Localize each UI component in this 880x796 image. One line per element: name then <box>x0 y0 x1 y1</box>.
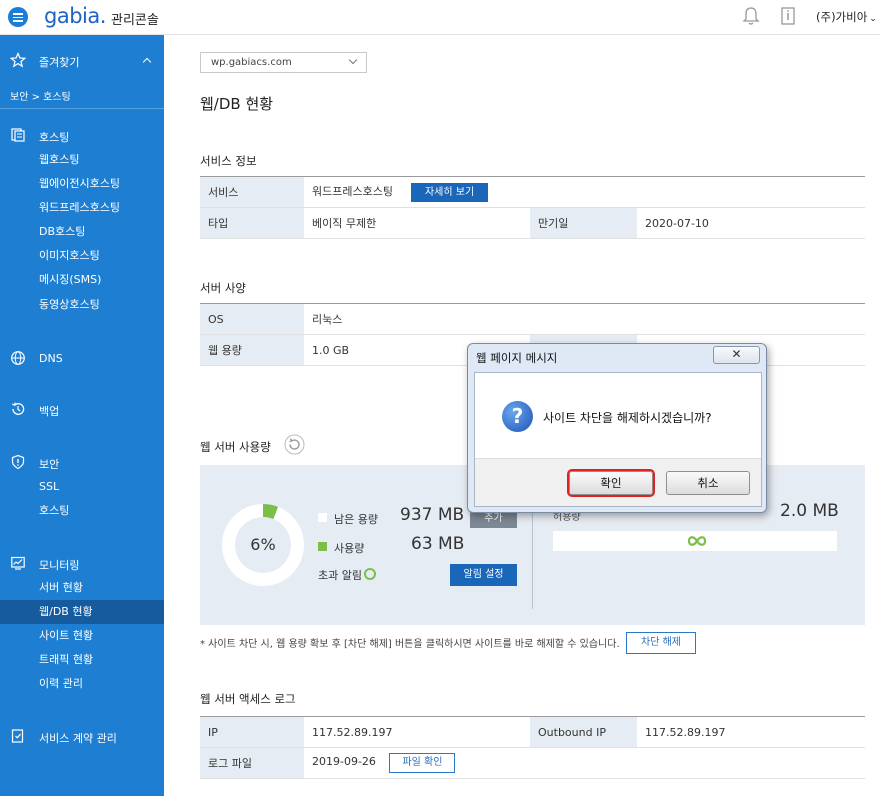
access-log-table: IP 117.52.89.197 Outbound IP 117.52.89.1… <box>200 716 865 779</box>
sidebar: 즐겨찾기 보안 > 호스팅 호스팅 웹호스팅 웹에이전시호스팅 워드프레스호스팅… <box>0 35 164 796</box>
used-value: 63 MB <box>411 534 465 554</box>
expiry-label: 만기일 <box>530 207 637 239</box>
sidebar-backup[interactable]: 백업 <box>0 399 164 421</box>
close-icon[interactable]: ✕ <box>713 346 760 364</box>
ip-value: 117.52.89.197 <box>304 716 530 748</box>
sidebar-item-security-hosting[interactable]: 호스팅 <box>0 499 164 523</box>
monitor-chart-icon <box>11 556 25 570</box>
expiry-value: 2020-07-10 <box>637 207 865 239</box>
usage-donut-chart: 6% <box>222 504 304 586</box>
contract-icon <box>11 729 24 743</box>
sidebar-item-web-db-status[interactable]: 웹/DB 현황 <box>0 600 164 624</box>
os-value: 리눅스 <box>304 303 865 335</box>
sidebar-item-agency-hosting[interactable]: 웹에이전시호스팅 <box>0 172 164 196</box>
ip-label: IP <box>200 716 304 748</box>
sidebar-breadcrumb[interactable]: 보안 > 호스팅 <box>10 88 71 103</box>
dialog-footer: 확인 취소 <box>475 458 761 506</box>
log-file-value: 2019-09-26 파일 확인 <box>304 747 865 779</box>
notice-text: * 사이트 차단 시, 웹 용량 확보 후 [차단 해제] 버튼을 클릭하시면 … <box>200 639 620 650</box>
sidebar-monitoring[interactable]: 모니터링 <box>0 553 164 575</box>
usage-percent: 6% <box>235 517 291 573</box>
service-value: 워드프레스호스팅 자세히 보기 <box>304 176 865 208</box>
sidebar-hosting[interactable]: 호스팅 <box>0 125 164 147</box>
sidebar-item-video-hosting[interactable]: 동영상호스팅 <box>0 293 164 317</box>
file-check-button[interactable]: 파일 확인 <box>389 753 456 773</box>
dialog-title: 웹 페이지 메시지 <box>476 351 558 365</box>
sidebar-item-image-hosting[interactable]: 이미지호스팅 <box>0 244 164 268</box>
infinity-icon <box>687 536 707 546</box>
sidebar-contract[interactable]: 서비스 계약 관리 <box>0 726 164 748</box>
unblock-button[interactable]: 차단 해제 <box>626 632 696 654</box>
hosting-icon <box>11 128 25 142</box>
sidebar-item-messaging[interactable]: 메시징(SMS) <box>0 268 164 292</box>
server-spec-title: 서버 사양 <box>200 281 246 295</box>
right-value: 2.0 MB <box>780 501 839 521</box>
dialog-message: 사이트 차단을 해제하시겠습니까? <box>543 411 712 425</box>
sidebar-item-server-status[interactable]: 서버 현황 <box>0 576 164 600</box>
sidebar-item-wordpress-hosting[interactable]: 워드프레스호스팅 <box>0 196 164 220</box>
cancel-button[interactable]: 취소 <box>666 471 750 495</box>
sidebar-favorites[interactable]: 즐겨찾기 <box>0 50 164 72</box>
menu-icon[interactable] <box>8 7 28 27</box>
sidebar-item-traffic-status[interactable]: 트래픽 현황 <box>0 648 164 672</box>
access-log-title: 웹 서버 액세스 로그 <box>200 692 296 706</box>
alert-status-icon <box>364 568 376 580</box>
alert-label: 초과 알림 <box>318 569 362 582</box>
sidebar-item-site-status[interactable]: 사이트 현황 <box>0 624 164 648</box>
used-label: 사용량 <box>334 542 365 555</box>
service-info-title: 서비스 정보 <box>200 154 257 168</box>
memo-icon[interactable] <box>779 6 797 26</box>
outbound-ip-label: Outbound IP <box>530 716 637 748</box>
logo[interactable]: gabia. <box>44 4 106 28</box>
type-value: 베이직 무제한 <box>304 207 530 239</box>
web-page-message-dialog: 웹 페이지 메시지 ✕ ? 사이트 차단을 해제하시겠습니까? 확인 취소 <box>467 343 767 513</box>
os-label: OS <box>200 303 304 335</box>
remaining-value: 937 MB <box>400 505 465 525</box>
remaining-legend-swatch <box>318 513 327 522</box>
alert-setting-button[interactable]: 알림 설정 <box>450 564 517 586</box>
chevron-down-icon <box>348 55 358 65</box>
console-title: 관리콘솔 <box>111 13 159 28</box>
used-legend-swatch <box>318 542 327 551</box>
sidebar-dns[interactable]: DNS <box>0 348 164 370</box>
remaining-label: 남은 용량 <box>334 513 378 526</box>
dialog-body: ? 사이트 차단을 해제하시겠습니까? 확인 취소 <box>474 372 762 507</box>
globe-icon <box>11 351 25 365</box>
sidebar-item-web-hosting[interactable]: 웹호스팅 <box>0 148 164 172</box>
confirm-button[interactable]: 확인 <box>569 471 653 495</box>
sidebar-item-history[interactable]: 이력 관리 <box>0 672 164 696</box>
sidebar-item-db-hosting[interactable]: DB호스팅 <box>0 220 164 244</box>
web-capacity-label: 웹 용량 <box>200 334 304 366</box>
top-bar: gabia. 관리콘솔 (주)가비아 ⌄ <box>0 0 880 35</box>
star-icon <box>10 52 26 68</box>
usage-bar <box>553 531 837 551</box>
domain-select[interactable]: wp.gabiacs.com <box>200 52 367 73</box>
usage-title: 웹 서버 사용량 <box>200 440 271 454</box>
divider <box>0 108 164 109</box>
service-info-table: 서비스 워드프레스호스팅 자세히 보기 타입 베이직 무제한 만기일 2020-0… <box>200 176 865 239</box>
page-title: 웹/DB 현황 <box>200 95 274 113</box>
service-label: 서비스 <box>200 176 304 208</box>
chevron-up-icon[interactable] <box>142 57 152 67</box>
sidebar-item-ssl[interactable]: SSL <box>0 475 164 499</box>
sidebar-security[interactable]: 보안 <box>0 452 164 474</box>
log-file-label: 로그 파일 <box>200 747 304 779</box>
detail-button[interactable]: 자세히 보기 <box>410 182 489 202</box>
shield-icon <box>11 454 25 470</box>
refresh-icon[interactable] <box>284 434 305 455</box>
outbound-ip-value: 117.52.89.197 <box>637 716 865 748</box>
history-icon <box>11 402 25 415</box>
question-icon: ? <box>502 401 533 432</box>
bell-icon[interactable] <box>742 6 760 26</box>
user-menu[interactable]: (주)가비아 ⌄ <box>816 9 877 25</box>
type-label: 타입 <box>200 207 304 239</box>
